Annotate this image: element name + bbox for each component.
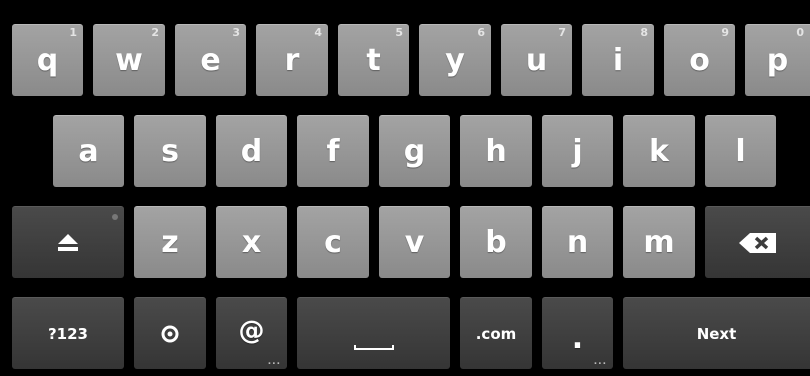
key-label: v (404, 224, 425, 260)
key-label: r (284, 42, 300, 78)
key-c[interactable]: c (297, 206, 369, 278)
key-label: g (403, 133, 426, 169)
key-label: m (643, 224, 675, 260)
key-v[interactable]: v (379, 206, 450, 278)
key-label: o (689, 42, 710, 78)
key-l[interactable]: l (705, 115, 776, 187)
space-key[interactable] (297, 297, 450, 369)
key-w[interactable]: 2 w (93, 24, 165, 96)
key-g[interactable]: g (379, 115, 450, 187)
key-label: i (612, 42, 624, 78)
key-label: s (161, 133, 179, 169)
key-h[interactable]: h (460, 115, 532, 187)
key-e[interactable]: 3 e (175, 24, 246, 96)
key-label: e (200, 42, 221, 78)
key-label: h (485, 133, 507, 169)
key-label: f (326, 133, 340, 169)
key-z[interactable]: z (134, 206, 206, 278)
symbols-key[interactable]: ?123 (12, 297, 124, 369)
key-s[interactable]: s (134, 115, 206, 187)
more-indicator: ... (267, 357, 281, 367)
key-alt-label: 7 (558, 26, 566, 39)
key-a[interactable]: a (53, 115, 124, 187)
dotcom-key[interactable]: .com (460, 297, 532, 369)
key-j[interactable]: j (542, 115, 613, 187)
key-q[interactable]: 1 q (12, 24, 83, 96)
key-label: l (735, 133, 746, 169)
key-m[interactable]: m (623, 206, 695, 278)
next-label: Next (696, 324, 737, 343)
key-alt-label: 8 (640, 26, 648, 39)
at-key[interactable]: @ ... (216, 297, 287, 369)
backspace-icon (738, 232, 777, 254)
key-b[interactable]: b (460, 206, 532, 278)
key-x[interactable]: x (216, 206, 287, 278)
settings-gear-icon (161, 325, 179, 343)
key-y[interactable]: 6 y (419, 24, 491, 96)
key-i[interactable]: 8 i (582, 24, 654, 96)
key-label: q (36, 42, 59, 78)
key-alt-label: 6 (477, 26, 485, 39)
space-bar-icon (353, 345, 394, 350)
key-alt-label: 0 (796, 26, 804, 39)
key-label: z (161, 224, 179, 260)
shift-lock-indicator (112, 214, 118, 220)
key-label: n (566, 224, 589, 260)
key-o[interactable]: 9 o (664, 24, 735, 96)
period-key[interactable]: . ... (542, 297, 613, 369)
key-alt-label: 1 (69, 26, 77, 39)
key-label: u (525, 42, 548, 78)
more-indicator: ... (593, 357, 607, 367)
key-label: p (766, 42, 789, 78)
key-label: w (115, 42, 143, 78)
backspace-key[interactable] (705, 206, 810, 278)
key-label: y (445, 42, 465, 78)
key-label: d (240, 133, 263, 169)
key-label: c (324, 224, 342, 260)
key-u[interactable]: 7 u (501, 24, 572, 96)
soft-keyboard: 1 q 2 w 3 e 4 r 5 t 6 y 7 u 8 i 9 o 0 p … (0, 0, 810, 376)
key-t[interactable]: 5 t (338, 24, 409, 96)
dotcom-label: .com (475, 324, 517, 343)
key-alt-label: 9 (721, 26, 729, 39)
next-key[interactable]: Next (623, 297, 810, 369)
symbols-label: ?123 (47, 324, 88, 343)
key-alt-label: 2 (151, 26, 159, 39)
settings-key[interactable] (134, 297, 206, 369)
key-alt-label: 4 (314, 26, 322, 39)
key-label: k (649, 133, 669, 169)
key-n[interactable]: n (542, 206, 613, 278)
key-p[interactable]: 0 p (745, 24, 810, 96)
shift-arrow-icon (57, 232, 79, 254)
key-label: x (241, 224, 262, 260)
key-label: b (485, 224, 507, 260)
key-alt-label: 3 (232, 26, 240, 39)
key-r[interactable]: 4 r (256, 24, 328, 96)
key-k[interactable]: k (623, 115, 695, 187)
key-label: a (78, 133, 99, 169)
key-f[interactable]: f (297, 115, 369, 187)
key-d[interactable]: d (216, 115, 287, 187)
key-label: t (366, 42, 381, 78)
shift-key[interactable] (12, 206, 124, 278)
period-label: . (571, 320, 584, 356)
key-label: j (572, 133, 583, 169)
key-alt-label: 5 (395, 26, 403, 39)
at-label: @ (238, 315, 265, 346)
